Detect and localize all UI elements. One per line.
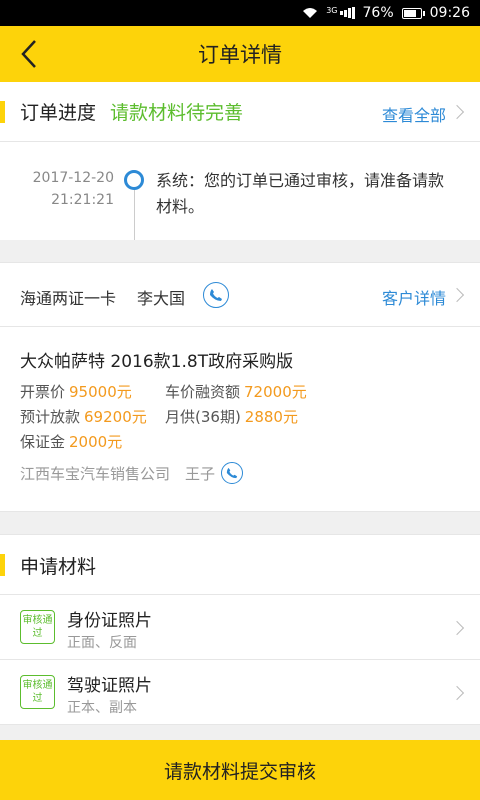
material-sub: 正本、副本: [67, 700, 137, 716]
timeline-dot-icon: [124, 170, 144, 190]
progress-label: 订单进度: [20, 102, 97, 124]
phone-icon[interactable]: [203, 282, 229, 308]
materials-header: 申请材料: [0, 535, 480, 595]
materials-section: 申请材料 审核通过 身份证照片 正面、反面 审核通过 驾驶证照片 正本、副本: [0, 534, 480, 725]
view-all-link[interactable]: 查看全部: [382, 102, 446, 126]
order-info-card: 海通两证一卡 李大国 客户详情 大众帕萨特 2016款1.8T政府采购版 开票价…: [0, 262, 480, 512]
deposit: 保证金 2000元: [20, 431, 122, 452]
timeline-line: [134, 188, 135, 240]
deposit-value: 2000元: [69, 433, 123, 451]
loan-amount: 预计放款 69200元: [20, 406, 147, 427]
salesman-name: 王子: [185, 465, 216, 483]
finance-amount-label: 车价融资额: [165, 383, 241, 401]
customer-row[interactable]: 海通两证一卡 李大国 客户详情: [0, 263, 480, 327]
material-sub: 正面、反面: [67, 635, 137, 651]
wifi-icon: [302, 7, 318, 19]
order-progress-header[interactable]: 订单进度 请款材料待完善 查看全部: [0, 82, 480, 142]
timeline-message: 系统：您的订单已通过审核，请准备请款材料。: [156, 171, 445, 216]
network-type: 3G: [326, 6, 338, 15]
finance-amount-value: 72000元: [244, 383, 307, 401]
material-item-driver-license[interactable]: 审核通过 驾驶证照片 正本、副本: [0, 661, 480, 725]
material-name: 驾驶证照片: [67, 676, 152, 696]
org-name: 海通两证一卡: [20, 289, 117, 308]
car-model: 大众帕萨特 2016款1.8T政府采购版: [20, 352, 294, 372]
approved-badge-icon: 审核通过: [20, 675, 55, 709]
phone-icon[interactable]: [221, 462, 243, 484]
monthly-payment: 月供(36期) 2880元: [165, 406, 298, 427]
battery-icon: [401, 7, 425, 19]
chevron-left-icon[interactable]: [14, 38, 44, 70]
progress-timeline: 2017-12-20 21:21:21 系统：您的订单已通过审核，请准备请款材料…: [0, 142, 480, 240]
status-bar: 3G 76% 09:26: [0, 0, 480, 26]
chevron-right-icon: [449, 104, 465, 120]
approved-badge-icon: 审核通过: [20, 610, 55, 644]
nav-bar: 订单详情: [0, 26, 480, 82]
loan-amount-label: 预计放款: [20, 408, 81, 426]
chevron-right-icon: [449, 685, 465, 701]
monthly-payment-label: 月供(36期): [165, 408, 241, 426]
chevron-right-icon: [449, 287, 465, 303]
section-marker: [0, 101, 5, 123]
dealer-name: 江西车宝汽车销售公司: [20, 465, 171, 483]
progress-status: 请款材料待完善: [110, 102, 244, 124]
invoice-price-value: 95000元: [69, 383, 132, 401]
customer-name: 李大国: [137, 289, 186, 308]
material-item-id-card[interactable]: 审核通过 身份证照片 正面、反面: [0, 596, 480, 660]
timeline-time: 21:21:21: [51, 192, 114, 208]
page-title: 订单详情: [198, 43, 282, 67]
submit-button[interactable]: 请款材料提交审核: [0, 740, 480, 800]
materials-label: 申请材料: [20, 556, 97, 578]
invoice-price-label: 开票价: [20, 383, 66, 401]
chevron-right-icon: [449, 620, 465, 636]
invoice-price: 开票价 95000元: [20, 381, 132, 402]
customer-detail-link[interactable]: 客户详情: [382, 285, 446, 309]
signal-icon: 3G: [326, 6, 355, 19]
timeline-date: 2017-12-20: [32, 170, 114, 186]
deposit-label: 保证金: [20, 433, 66, 451]
battery-percent: 76%: [362, 5, 394, 21]
clock: 09:26: [429, 5, 470, 21]
loan-amount-value: 69200元: [84, 408, 147, 426]
finance-amount: 车价融资额 72000元: [165, 381, 307, 402]
section-marker: [0, 554, 5, 576]
material-name: 身份证照片: [67, 611, 152, 631]
monthly-payment-value: 2880元: [244, 408, 298, 426]
